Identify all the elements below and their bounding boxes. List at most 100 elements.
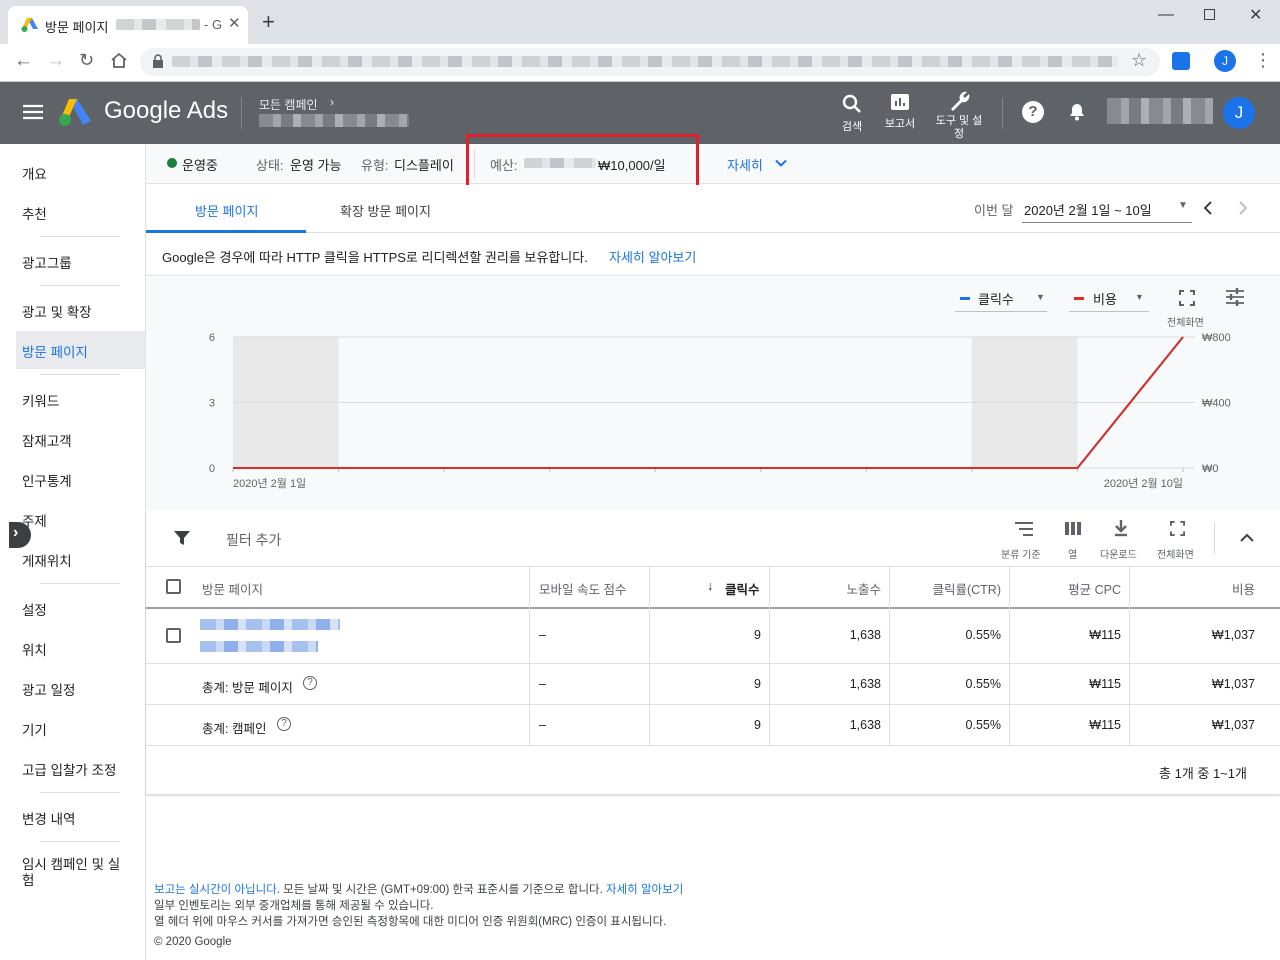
product-name[interactable]: Google Ads <box>104 97 228 125</box>
sidebar-item-settings[interactable]: 설정 <box>22 599 47 619</box>
column-header-cost[interactable]: 비용 <box>1232 579 1255 598</box>
sidebar-item-ads-extensions[interactable]: 광고 및 확장 <box>22 301 92 321</box>
help-icon[interactable]: ? <box>1022 101 1044 123</box>
google-ads-favicon-icon <box>21 18 38 32</box>
filter-icon[interactable] <box>173 530 191 546</box>
search-icon[interactable] <box>842 94 862 114</box>
column-divider <box>1129 567 1130 745</box>
browser-menu-icon[interactable]: ⋮ <box>1254 50 1272 71</box>
sidebar-item-landing-pages[interactable]: 방문 페이지 <box>22 341 88 361</box>
table-fullscreen-icon[interactable] <box>1170 521 1185 536</box>
date-range-value[interactable]: 2020년 2월 1일 ~ 10일 <box>1024 200 1152 219</box>
column-header-landing-page[interactable]: 방문 페이지 <box>202 579 263 598</box>
cost-metric-swatch <box>1074 297 1084 300</box>
new-tab-button[interactable]: + <box>262 9 275 35</box>
help-circle-icon[interactable]: ? <box>303 676 317 690</box>
metric-selector-clicks[interactable]: 클릭수 <box>978 289 1014 308</box>
date-range-label: 이번 달 <box>974 203 1014 218</box>
column-header-clicks[interactable]: 클릭수 <box>725 579 760 598</box>
total-impressions: 1,638 <box>849 718 881 732</box>
total-row-label: 총계: 방문 페이지 <box>202 681 293 695</box>
footer-learn-more-link[interactable]: 자세히 알아보기 <box>606 884 683 896</box>
help-circle-icon[interactable]: ? <box>277 717 291 731</box>
bookmark-star-icon[interactable]: ☆ <box>1131 50 1147 71</box>
wrench-icon[interactable] <box>947 88 971 112</box>
forward-arrow-icon[interactable]: → <box>46 50 65 72</box>
status-dot-icon <box>167 158 177 168</box>
metric-dropdown-arrow-icon[interactable]: ▼ <box>1036 292 1045 302</box>
sort-arrow-down-icon[interactable]: ↓ <box>707 579 713 593</box>
back-arrow-icon[interactable]: ← <box>14 50 33 72</box>
sidebar-item-locations[interactable]: 위치 <box>22 639 47 659</box>
notifications-bell-icon[interactable] <box>1067 100 1087 122</box>
chart-settings-sliders-icon[interactable] <box>1225 288 1245 306</box>
column-header-avg-cpc[interactable]: 평균 CPC <box>1068 579 1121 598</box>
home-icon[interactable] <box>110 52 128 69</box>
reload-icon[interactable]: ↻ <box>79 50 94 71</box>
select-all-checkbox[interactable] <box>166 579 181 594</box>
reports-label[interactable]: 보고서 <box>882 118 918 130</box>
sidebar-item-change-history[interactable]: 변경 내역 <box>22 808 75 828</box>
hamburger-menu-icon[interactable] <box>22 104 44 120</box>
extension-icon[interactable] <box>1172 52 1190 70</box>
sidebar-item-ad-schedule[interactable]: 광고 일정 <box>22 679 75 699</box>
sidebar-item-ad-groups[interactable]: 광고그룹 <box>22 252 72 272</box>
sidebar-item-placements[interactable]: 게재위치 <box>22 550 72 570</box>
tools-label[interactable]: 도구 및 설 <box>934 115 984 127</box>
window-minimize-icon[interactable]: — <box>1158 6 1174 24</box>
reports-icon[interactable] <box>890 93 910 111</box>
breadcrumb[interactable]: 모든 캠페인 <box>259 96 318 113</box>
metric-dropdown-arrow-icon[interactable]: ▼ <box>1135 292 1144 302</box>
sidebar-item-bid-adjustments[interactable]: 고급 입찰가 조정 <box>22 759 116 779</box>
download-icon[interactable] <box>1113 519 1129 537</box>
sidebar-item-demographics[interactable]: 인구통계 <box>22 470 72 490</box>
sidebar-item-overview[interactable]: 개요 <box>22 163 47 183</box>
add-filter-button[interactable]: 필터 추가 <box>226 530 281 550</box>
sidebar-item-drafts-experiments[interactable]: 임시 캠페인 및 실험 <box>22 857 122 889</box>
segment-icon[interactable] <box>1014 522 1034 536</box>
columns-icon[interactable] <box>1064 521 1082 536</box>
tab-landing-pages[interactable]: 방문 페이지 <box>195 201 258 220</box>
account-avatar[interactable]: J <box>1223 97 1255 129</box>
realtime-note-link[interactable]: 보고는 실시간이 아닙니다. <box>154 884 280 896</box>
https-notice-text: Google은 경우에 따라 HTTP 클릭을 HTTPS로 리디렉션할 권리를… <box>162 250 588 265</box>
metric-selector-cost[interactable]: 비용 <box>1093 289 1117 308</box>
learn-more-link[interactable]: 자세히 알아보기 <box>609 247 696 266</box>
sidebar-item-recommendations[interactable]: 추천 <box>22 203 47 223</box>
tab-close-icon[interactable]: ✕ <box>228 14 241 32</box>
sidebar-item-audiences[interactable]: 잠재고객 <box>22 430 72 450</box>
columns-label[interactable]: 열 <box>1068 546 1077 561</box>
column-header-ctr[interactable]: 클릭률(CTR) <box>932 579 1001 598</box>
google-ads-logo-icon <box>59 99 91 126</box>
details-link[interactable]: 자세히 <box>727 155 763 174</box>
row-checkbox[interactable] <box>166 628 181 643</box>
landing-page-url-redacted-2[interactable] <box>200 641 318 652</box>
total-row-label: 총계: 캠페인 <box>202 722 267 736</box>
search-label[interactable]: 검색 <box>837 121 867 133</box>
chevron-right-icon: › <box>13 524 19 541</box>
campaign-status[interactable]: 운영중 <box>182 155 218 174</box>
window-maximize-icon[interactable] <box>1204 9 1215 20</box>
collapse-chevron-up-icon[interactable] <box>1240 533 1254 542</box>
chevron-left-icon[interactable] <box>1203 201 1213 215</box>
table-fullscreen-label[interactable]: 전체화면 <box>1157 546 1194 561</box>
download-label[interactable]: 다운로드 <box>1100 546 1137 561</box>
browser-tab[interactable]: 방문 페이지 - G ✕ <box>8 6 248 44</box>
tab-expanded-landing-pages[interactable]: 확장 방문 페이지 <box>340 201 431 220</box>
sidebar-item-keywords[interactable]: 키워드 <box>22 390 59 410</box>
segment-label[interactable]: 분류 기준 <box>1001 546 1041 561</box>
sidebar-item-devices[interactable]: 기기 <box>22 719 47 739</box>
performance-chart[interactable]: 0 3 6 ₩0 ₩400 ₩800 2020년 2월 1일 2020년 2월 10일 <box>146 320 1280 500</box>
fullscreen-icon[interactable] <box>1179 290 1195 306</box>
chevron-right-icon[interactable] <box>1238 201 1248 215</box>
account-info-redacted[interactable] <box>1107 98 1213 124</box>
window-close-icon[interactable]: ✕ <box>1249 5 1262 25</box>
campaign-name-redacted[interactable] <box>259 114 409 127</box>
landing-page-url-redacted[interactable] <box>200 619 340 630</box>
date-dropdown-arrow-icon[interactable]: ▼ <box>1178 200 1188 211</box>
column-header-impressions[interactable]: 노출수 <box>846 579 881 598</box>
column-header-mobile-speed[interactable]: 모바일 속도 점수 <box>539 579 626 598</box>
profile-avatar[interactable]: J <box>1214 50 1236 72</box>
toolbar-divider <box>1214 522 1215 554</box>
chevron-down-icon[interactable] <box>775 159 787 168</box>
